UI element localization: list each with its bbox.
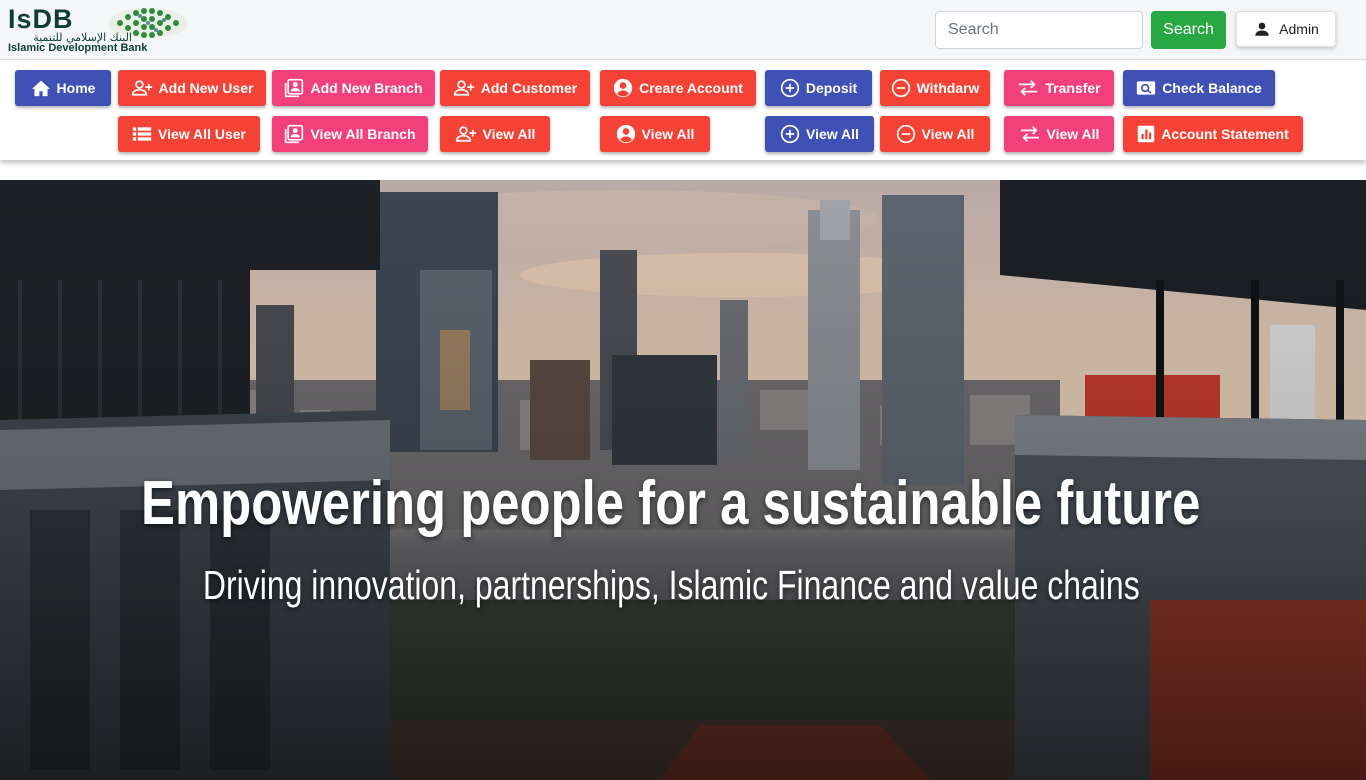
swap-arrows-icon — [1020, 126, 1039, 142]
nav-view-all-customer-button[interactable]: View All — [440, 116, 550, 152]
search-button[interactable]: Search — [1151, 11, 1226, 49]
person-add-icon — [131, 80, 152, 96]
nav-transfer-label: Transfer — [1045, 80, 1101, 96]
nav-view-all-customer-label: View All — [482, 126, 536, 142]
nav-account-statement-label: Account Statement — [1161, 126, 1289, 142]
person-add-icon — [453, 80, 474, 96]
nav-view-all-transfer-label: View All — [1046, 126, 1100, 142]
nav-withdraw-label: Withdarw — [916, 80, 980, 96]
nav-view-all-branch-button[interactable]: View All Branch — [272, 116, 428, 152]
nav-view-all-transfer-button[interactable]: View All — [1004, 116, 1114, 152]
nav-create-account-label: Creare Account — [639, 80, 743, 96]
search-input[interactable] — [935, 11, 1143, 49]
admin-button[interactable]: Admin — [1236, 11, 1336, 47]
list-icon — [132, 127, 152, 141]
hero-title: Empowering people for a sustainable futu… — [141, 469, 1201, 538]
nav-view-all-user-button[interactable]: View All User — [118, 116, 260, 152]
nav-home-button[interactable]: Home — [15, 70, 111, 106]
plus-circle-icon — [780, 78, 799, 98]
nav-add-customer-button[interactable]: Add Customer — [440, 70, 590, 106]
logo-english-text: Islamic Development Bank — [8, 42, 148, 54]
nav-view-all-branch-label: View All Branch — [310, 126, 416, 142]
nav-add-customer-label: Add Customer — [480, 80, 578, 96]
nav-home-label: Home — [56, 80, 96, 96]
nav-view-all-deposit-button[interactable]: View All — [765, 116, 874, 152]
nav-view-all-user-label: View All User — [158, 126, 246, 142]
nav-view-all-deposit-label: View All — [806, 126, 859, 142]
nav-transfer-button[interactable]: Transfer — [1004, 70, 1114, 106]
nav-account-statement-button[interactable]: Account Statement — [1123, 116, 1303, 152]
nav-deposit-button[interactable]: Deposit — [765, 70, 872, 106]
account-circle-icon — [616, 124, 635, 144]
home-icon — [31, 80, 50, 97]
nav-check-balance-button[interactable]: Check Balance — [1123, 70, 1275, 106]
hero-subtitle: Driving innovation, partnerships, Islami… — [202, 562, 1140, 608]
account-circle-icon — [613, 78, 633, 98]
minus-circle-icon — [896, 124, 915, 144]
person-add-icon — [455, 126, 476, 142]
action-nav-bar: Home Add New User Add New Branch Add Cus… — [0, 60, 1366, 160]
contact-card-icon — [285, 78, 304, 98]
hero-banner: Empowering people for a sustainable futu… — [0, 180, 1366, 780]
nav-add-new-branch-label: Add New Branch — [310, 80, 423, 96]
top-header: IsDB البنك الإسلامي للتنمية Islamic Deve… — [0, 0, 1366, 60]
balance-search-icon — [1137, 81, 1156, 95]
minus-circle-icon — [891, 78, 910, 98]
nav-add-new-user-label: Add New User — [158, 80, 254, 96]
nav-check-balance-label: Check Balance — [1162, 80, 1262, 96]
swap-arrows-icon — [1019, 80, 1038, 96]
isdb-logo[interactable]: IsDB البنك الإسلامي للتنمية Islamic Deve… — [6, 4, 196, 56]
contact-card-icon — [285, 124, 304, 144]
nav-view-all-account-button[interactable]: View All — [600, 116, 710, 152]
nav-view-all-withdraw-button[interactable]: View All — [880, 116, 990, 152]
bar-chart-icon — [1137, 125, 1155, 143]
nav-add-new-branch-button[interactable]: Add New Branch — [272, 70, 435, 106]
plus-circle-icon — [780, 124, 800, 144]
person-icon — [1255, 22, 1269, 36]
nav-view-all-withdraw-label: View All — [921, 126, 975, 142]
nav-view-all-account-label: View All — [641, 126, 695, 142]
nav-withdraw-button[interactable]: Withdarw — [880, 70, 990, 106]
nav-deposit-label: Deposit — [805, 80, 858, 96]
nav-create-account-button[interactable]: Creare Account — [600, 70, 756, 106]
admin-label: Admin — [1279, 21, 1319, 37]
nav-add-new-user-button[interactable]: Add New User — [118, 70, 266, 106]
